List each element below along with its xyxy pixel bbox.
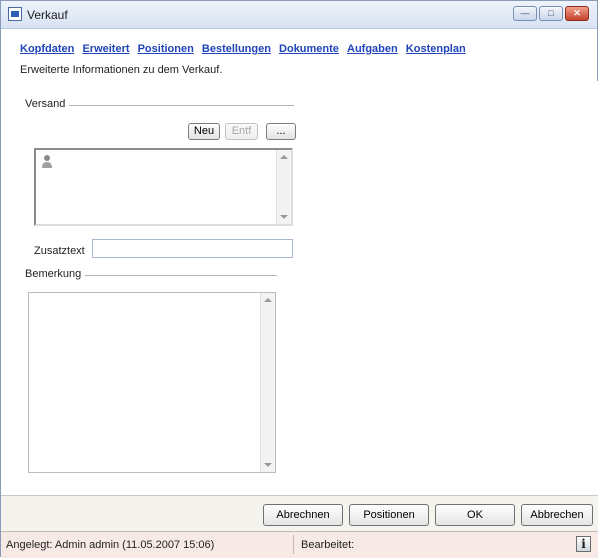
button-bar: Abrechnen Positionen OK Abbrechen: [1, 495, 598, 532]
person-icon: [42, 155, 52, 168]
nav-link-dokumente[interactable]: Dokumente: [279, 43, 339, 55]
nav-link-aufgaben[interactable]: Aufgaben: [347, 43, 398, 55]
abrechnen-button[interactable]: Abrechnen: [263, 504, 343, 526]
more-button[interactable]: ...: [266, 123, 296, 140]
status-divider: [293, 535, 294, 554]
verkauf-window: Verkauf — □ ✕ Kopfdaten Erweitert Positi…: [0, 0, 598, 558]
created-status: Angelegt: Admin admin (11.05.2007 15:06): [6, 539, 215, 551]
app-icon: [8, 7, 22, 21]
content-area: Versand Neu Entf ... Zusatztext Bemerkun…: [1, 81, 598, 495]
info-icon[interactable]: i: [576, 536, 591, 552]
versand-group-label: Versand: [25, 98, 70, 110]
scroll-up-arrow-icon[interactable]: [280, 155, 288, 159]
status-bar: Angelegt: Admin admin (11.05.2007 15:06)…: [1, 531, 598, 558]
header-panel: Kopfdaten Erweitert Positionen Bestellun…: [1, 29, 597, 82]
bemerkung-group-label: Bemerkung: [25, 268, 86, 280]
positionen-button[interactable]: Positionen: [349, 504, 429, 526]
nav-link-kostenplan[interactable]: Kostenplan: [406, 43, 466, 55]
title-bar[interactable]: Verkauf — □ ✕: [1, 1, 597, 29]
edited-status: Bearbeitet:: [301, 539, 355, 551]
nav-link-positionen[interactable]: Positionen: [138, 43, 194, 55]
abbrechen-button[interactable]: Abbrechen: [521, 504, 593, 526]
window-title: Verkauf: [27, 8, 68, 22]
memo-scroll-up-arrow-icon[interactable]: [264, 298, 272, 302]
versand-list[interactable]: [34, 148, 293, 226]
nav-link-bestellungen[interactable]: Bestellungen: [202, 43, 271, 55]
scroll-down-arrow-icon[interactable]: [280, 215, 288, 219]
zusatztext-label: Zusatztext: [34, 245, 85, 257]
delete-button[interactable]: Entf: [225, 123, 258, 140]
bemerkung-scrollbar[interactable]: [260, 293, 275, 472]
nav-link-erweitert[interactable]: Erweitert: [82, 43, 129, 55]
memo-scroll-down-arrow-icon[interactable]: [264, 463, 272, 467]
close-button[interactable]: ✕: [565, 6, 589, 21]
nav-links: Kopfdaten Erweitert Positionen Bestellun…: [20, 43, 471, 55]
bemerkung-textarea[interactable]: [28, 292, 276, 473]
nav-link-kopfdaten[interactable]: Kopfdaten: [20, 43, 74, 55]
new-button[interactable]: Neu: [188, 123, 220, 140]
page-subtitle: Erweiterte Informationen zu dem Verkauf.: [20, 64, 223, 76]
versand-list-scrollbar[interactable]: [276, 150, 291, 224]
minimize-button[interactable]: —: [513, 6, 537, 21]
zusatztext-field[interactable]: [92, 239, 293, 258]
maximize-button[interactable]: □: [539, 6, 563, 21]
ok-button[interactable]: OK: [435, 504, 515, 526]
